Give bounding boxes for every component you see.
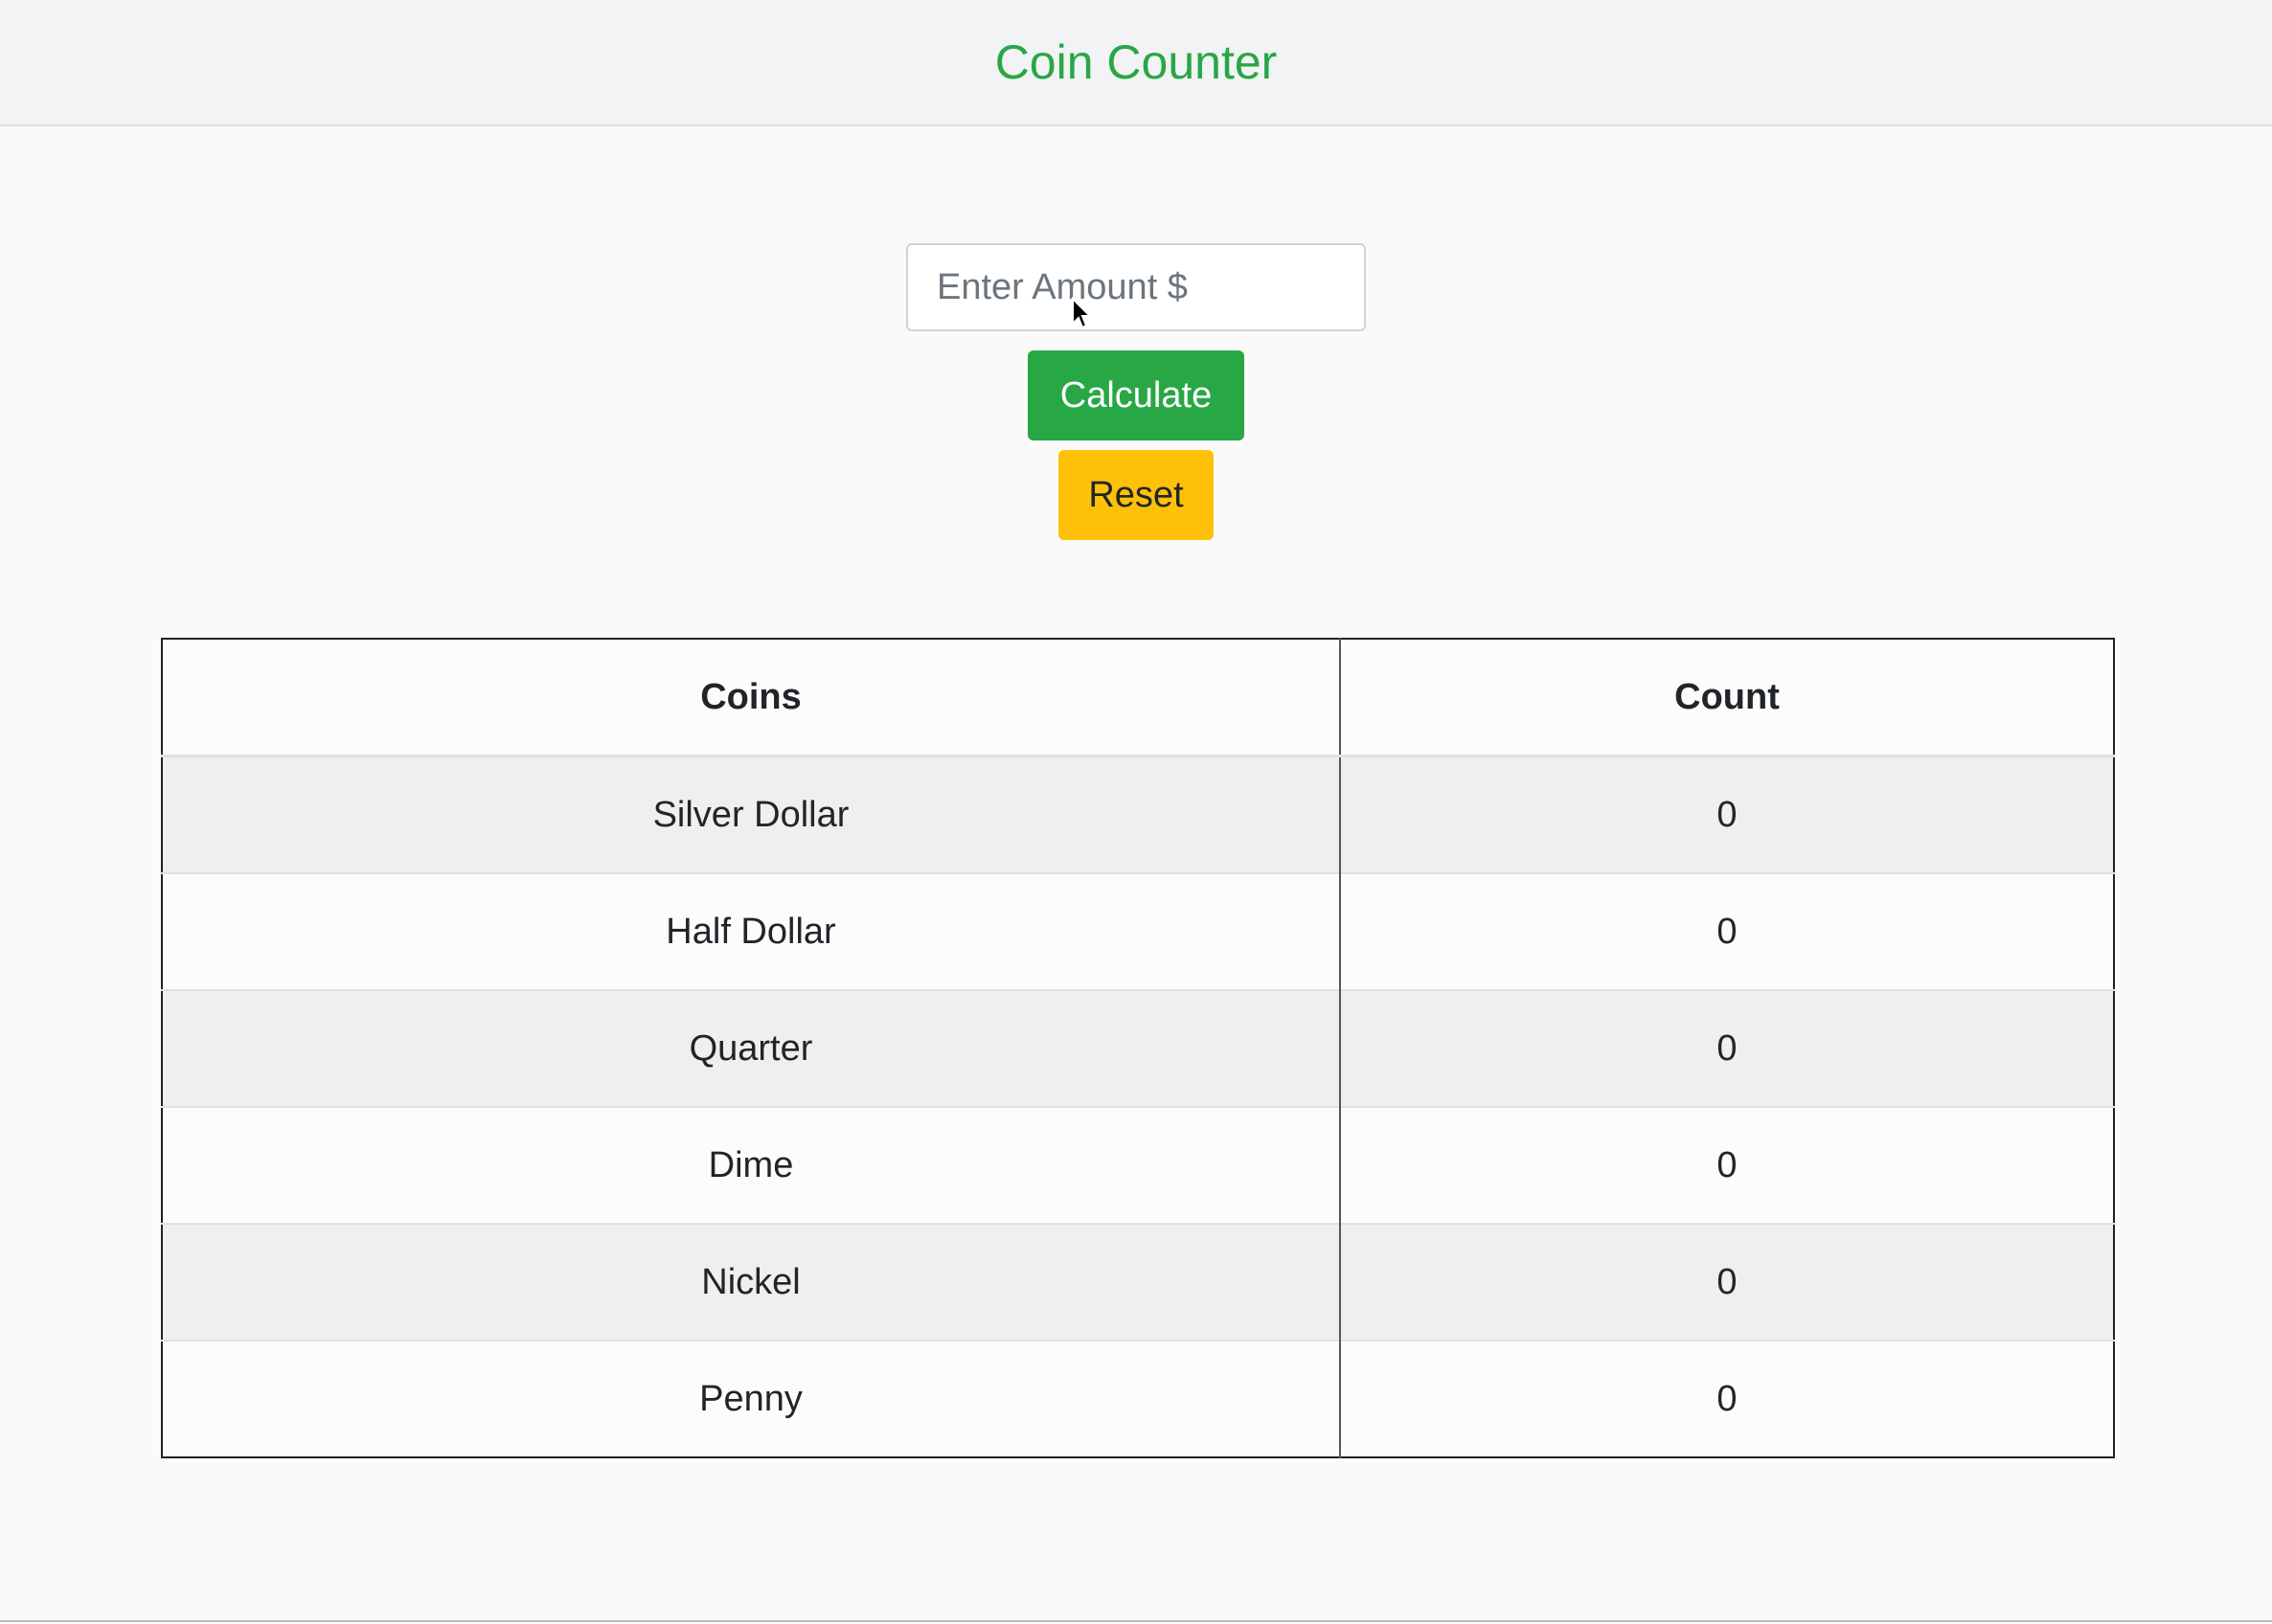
coin-count: 0 xyxy=(1339,755,2114,873)
coin-count: 0 xyxy=(1339,1106,2114,1224)
coin-name: Half Dollar xyxy=(162,872,1340,990)
table-row: Half Dollar 0 xyxy=(162,872,2114,990)
coins-column-header: Coins xyxy=(162,639,1340,757)
coin-count: 0 xyxy=(1339,1223,2114,1341)
app-header: Coin Counter xyxy=(0,0,2272,126)
table-row: Quarter 0 xyxy=(162,989,2114,1107)
coin-count: 0 xyxy=(1339,1340,2114,1457)
amount-input[interactable] xyxy=(906,243,1366,331)
table-row: Silver Dollar 0 xyxy=(162,755,2114,873)
coin-count: 0 xyxy=(1339,989,2114,1107)
coin-count: 0 xyxy=(1339,872,2114,990)
table-row: Penny 0 xyxy=(162,1340,2114,1457)
coin-name: Quarter xyxy=(162,989,1340,1107)
table-row: Dime 0 xyxy=(162,1106,2114,1224)
table-row: Nickel 0 xyxy=(162,1223,2114,1341)
page-title: Coin Counter xyxy=(994,35,1278,89)
coin-table: Coins Count Silver Dollar 0 Half Dollar … xyxy=(161,638,2115,1458)
coin-name: Penny xyxy=(162,1340,1340,1457)
amount-form: Calculate Reset xyxy=(0,243,2272,540)
table-header-row: Coins Count xyxy=(162,639,2114,757)
calculate-button[interactable]: Calculate xyxy=(1028,350,1244,440)
count-column-header: Count xyxy=(1339,639,2114,757)
reset-button[interactable]: Reset xyxy=(1058,450,1214,540)
coin-name: Nickel xyxy=(162,1223,1340,1341)
coin-name: Silver Dollar xyxy=(162,755,1340,873)
coin-name: Dime xyxy=(162,1106,1340,1224)
page-bottom-divider xyxy=(0,1620,2272,1622)
